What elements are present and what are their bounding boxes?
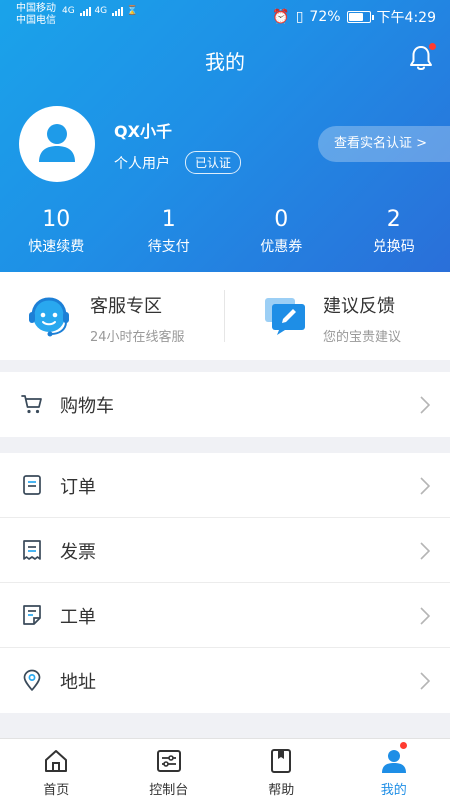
network-type-1: 4G [62,6,75,16]
menu-item-address[interactable]: 地址 [0,648,450,713]
stats-bar: 10 快速续费 1 待支付 0 优惠券 2 兑换码 [0,206,450,256]
network-type-2: 4G [94,6,108,16]
tab-home[interactable]: 首页 [0,739,113,800]
stat-label: 兑换码 [372,239,415,255]
customer-service-subtitle: 24小时在线客服 [90,330,185,345]
user-name: QX小千 [114,122,172,141]
help-book-icon [271,749,292,773]
status-bar: 中国移动 中国电信 4G 4G ⌛ ⏰ ▯ 72% 下午4:29 [0,0,450,30]
menu-item-label: 地址 [60,672,96,693]
chevron-right-icon [420,396,430,414]
location-pin-icon [23,669,41,691]
page-title: 我的 [205,50,245,74]
chevron-right-icon [420,672,430,690]
tab-label: 我的 [380,783,407,798]
menu-item-cart[interactable]: 购物车 [0,372,450,437]
user-silhouette-icon [39,124,75,162]
home-icon [45,750,68,772]
tab-mine[interactable]: 我的 [338,739,450,800]
chevron-right-icon [420,542,430,560]
tab-notification-dot [399,742,407,749]
stat-value: 2 [386,207,401,232]
tab-label: 控制台 [149,783,189,798]
user-type: 个人用户 [114,156,170,172]
tab-label: 首页 [43,783,70,798]
stat-value: 0 [274,207,289,232]
menu-item-label: 发票 [60,542,96,563]
customer-service-title: 客服专区 [90,296,162,317]
status-right: ⏰ ▯ 72% 下午4:29 [272,7,436,27]
carrier-info: 中国移动 中国电信 [16,3,56,27]
feedback-subtitle: 您的宝贵建议 [323,330,402,345]
verified-badge: 已认证 [185,151,242,174]
feedback-title: 建议反馈 [323,296,395,317]
tab-console[interactable]: 控制台 [113,739,226,800]
ticket-icon [23,605,41,625]
feedback-icon [265,298,305,335]
user-icon [381,750,406,773]
battery-icon [346,11,374,23]
battery-fill [348,13,363,21]
stat-coupons[interactable]: 0 优惠券 [225,206,338,256]
feedback-card[interactable]: 建议反馈 您的宝贵建议 [225,272,450,360]
vibrate-icon: ▯ [295,9,304,25]
console-icon [156,750,181,772]
menu-item-label: 订单 [60,477,96,498]
orders-group: 订单 发票 工单 地址 [0,453,450,713]
signal-bars-icon [79,6,92,16]
battery-percent: 72% [309,9,341,25]
carrier-2: 中国电信 [16,15,56,26]
view-realname-auth-button[interactable]: 查看实名认证 > [318,126,450,162]
stat-quick-renew[interactable]: 10 快速续费 [0,206,113,256]
alarm-icon: ⏰ [272,9,290,25]
chevron-right-icon [420,477,430,495]
order-list-icon [23,475,41,495]
signal-bars-icon [112,6,124,16]
hourglass-icon: ⌛ [126,6,139,16]
chevron-right-icon [420,607,430,625]
customer-service-icon [29,297,69,337]
menu-item-invoice[interactable]: 发票 [0,518,450,583]
tab-help[interactable]: 帮助 [225,739,338,800]
stat-value: 10 [42,207,71,232]
menu-item-orders[interactable]: 订单 [0,453,450,518]
notification-dot [429,43,436,50]
stat-label: 优惠券 [260,239,303,255]
stat-label: 快速续费 [28,239,85,255]
stat-label: 待支付 [147,239,190,255]
clock: 下午4:29 [376,10,436,26]
avatar[interactable] [19,106,95,182]
service-panel: 客服专区 24小时在线客服 建议反馈 您的宝贵建议 [0,272,450,360]
stat-redeem-codes[interactable]: 2 兑换码 [338,206,450,256]
stat-pending-payment[interactable]: 1 待支付 [113,206,226,256]
signal-indicator: 4G 4G ⌛ [62,6,138,16]
carrier-1: 中国移动 [16,3,56,14]
bottom-tab-bar: 首页 控制台 帮助 我的 [0,738,450,800]
customer-service-card[interactable]: 客服专区 24小时在线客服 [0,272,224,360]
profile-header: 中国移动 中国电信 4G 4G ⌛ ⏰ ▯ 72% 下午4:29 我的 QX小千… [0,0,450,272]
tab-label: 帮助 [268,783,295,798]
cart-icon [21,395,42,414]
menu-item-ticket[interactable]: 工单 [0,583,450,648]
stat-value: 1 [161,207,176,232]
invoice-icon [23,540,41,560]
menu-item-label: 工单 [60,607,96,628]
menu-item-label: 购物车 [60,396,114,417]
cart-group: 购物车 [0,372,450,437]
